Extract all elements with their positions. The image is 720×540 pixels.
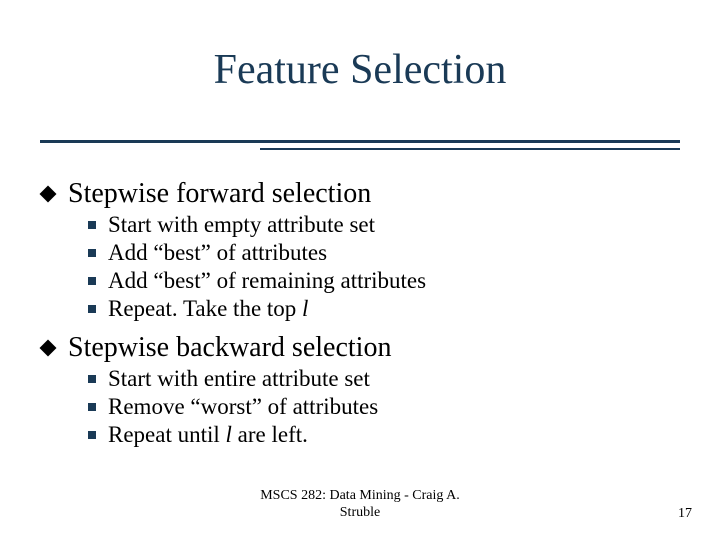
subbullet-text: Add “best” of attributes <box>108 240 327 266</box>
bullet-text: Stepwise forward selection <box>68 178 371 210</box>
title-rule-long <box>40 140 680 143</box>
bullet-level2: Repeat until l are left. <box>88 422 680 448</box>
title-block: Feature Selection <box>0 46 720 94</box>
subbullet-italic: l <box>302 296 308 321</box>
footer: MSCS 282: Data Mining - Craig A. Struble <box>0 488 720 522</box>
square-bullet-icon <box>88 431 96 439</box>
bullet-level2: Repeat. Take the top l <box>88 296 680 322</box>
footer-line2: Struble <box>340 505 380 520</box>
diamond-bullet-icon <box>40 186 57 203</box>
subbullet-text: Start with entire attribute set <box>108 366 370 392</box>
subbullet-prefix: Repeat. Take the top <box>108 296 302 321</box>
subbullet-text: Repeat until l are left. <box>108 422 308 448</box>
square-bullet-icon <box>88 403 96 411</box>
square-bullet-icon <box>88 249 96 257</box>
subbullet-text: Repeat. Take the top l <box>108 296 308 322</box>
subbullet-text: Add “best” of remaining attributes <box>108 268 426 294</box>
square-bullet-icon <box>88 277 96 285</box>
subbullet-text: Remove “worst” of attributes <box>108 394 378 420</box>
bullet-level2: Add “best” of remaining attributes <box>88 268 680 294</box>
body: Stepwise forward selection Start with em… <box>42 170 680 448</box>
square-bullet-icon <box>88 221 96 229</box>
footer-line1: MSCS 282: Data Mining - Craig A. <box>260 488 460 503</box>
slide: Feature Selection Stepwise forward selec… <box>0 0 720 540</box>
slide-title: Feature Selection <box>214 46 507 94</box>
square-bullet-icon <box>88 305 96 313</box>
page-number: 17 <box>678 506 692 522</box>
diamond-bullet-icon <box>40 340 57 357</box>
bullet-level2: Start with entire attribute set <box>88 366 680 392</box>
bullet-level1: Stepwise backward selection <box>42 332 680 364</box>
bullet-level2: Start with empty attribute set <box>88 212 680 238</box>
bullet-level1: Stepwise forward selection <box>42 178 680 210</box>
subbullet-prefix: Repeat until <box>108 422 226 447</box>
bullet-level2: Add “best” of attributes <box>88 240 680 266</box>
subbullet-text: Start with empty attribute set <box>108 212 375 238</box>
title-rule-short <box>260 148 680 150</box>
bullet-text: Stepwise backward selection <box>68 332 391 364</box>
subbullet-suffix: are left. <box>232 422 308 447</box>
bullet-level2: Remove “worst” of attributes <box>88 394 680 420</box>
square-bullet-icon <box>88 375 96 383</box>
